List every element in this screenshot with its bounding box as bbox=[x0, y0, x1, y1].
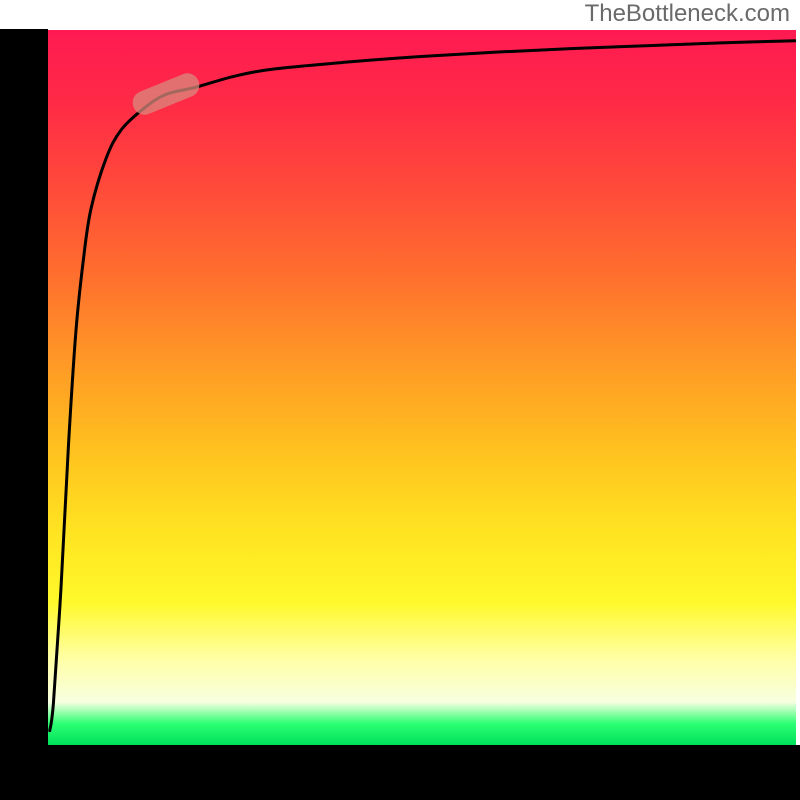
curve-layer bbox=[46, 30, 796, 745]
y-axis-bar bbox=[0, 29, 48, 773]
plot-area bbox=[46, 30, 796, 745]
x-axis-bar bbox=[0, 745, 800, 800]
chart-root: TheBottleneck.com bbox=[0, 0, 800, 800]
bottleneck-curve bbox=[50, 41, 796, 731]
watermark-text: TheBottleneck.com bbox=[585, 0, 790, 28]
